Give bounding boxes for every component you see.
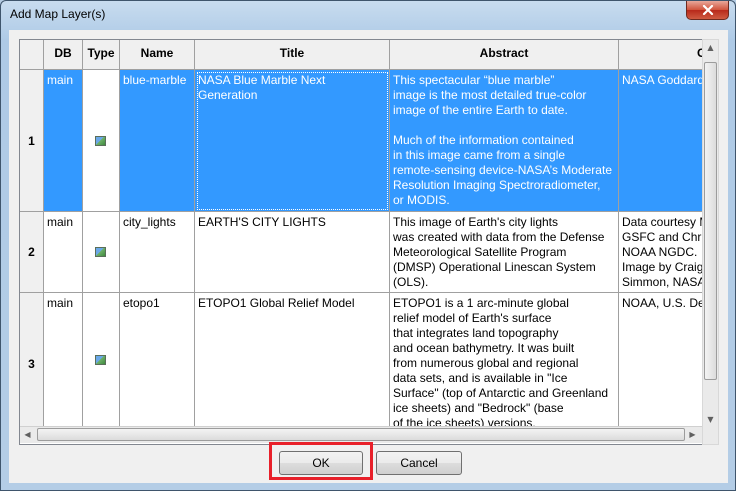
scroll-down-icon[interactable]: ▼ <box>703 412 718 427</box>
row-header-1[interactable]: 1 <box>20 70 44 212</box>
cell-db[interactable]: main <box>44 70 83 212</box>
cell-title[interactable]: NASA Blue Marble Next Generation <box>195 70 390 212</box>
layer-grid[interactable]: DB Type Name Title Abstract Co 1 main bl… <box>19 39 712 445</box>
horizontal-scrollbar[interactable]: ◀ ▶ <box>20 426 702 443</box>
vertical-scrollbar[interactable]: ▲ ▼ <box>702 39 719 445</box>
cell-abstract[interactable]: This image of Earth's city lights was cr… <box>390 212 619 293</box>
corner-header[interactable] <box>20 40 44 70</box>
cell-name[interactable]: etopo1 <box>120 293 195 435</box>
cell-db[interactable]: main <box>44 293 83 435</box>
cell-type[interactable] <box>83 212 120 293</box>
cell-abstract[interactable]: This spectacular “blue marble” image is … <box>390 70 619 212</box>
scroll-left-icon[interactable]: ◀ <box>20 427 35 442</box>
ok-button[interactable]: OK <box>279 451 363 475</box>
horizontal-scroll-thumb[interactable] <box>37 428 685 441</box>
cell-contact[interactable]: NASA Goddard Sp <box>619 70 711 212</box>
cell-title[interactable]: ETOPO1 Global Relief Model <box>195 293 390 435</box>
raster-layer-icon <box>95 136 106 146</box>
scroll-right-icon[interactable]: ▶ <box>685 427 700 442</box>
cell-contact[interactable]: Data courtesy Ma GSFC and Christo NOAA N… <box>619 212 711 293</box>
window-title: Add Map Layer(s) <box>10 7 106 21</box>
dialog-client: DB Type Name Title Abstract Co 1 main bl… <box>9 30 728 483</box>
column-header-type[interactable]: Type <box>83 40 120 70</box>
column-header-db[interactable]: DB <box>44 40 83 70</box>
column-header-abstract[interactable]: Abstract <box>390 40 619 70</box>
cell-name[interactable]: city_lights <box>120 212 195 293</box>
cell-name[interactable]: blue-marble <box>120 70 195 212</box>
close-button[interactable] <box>686 1 729 20</box>
scroll-up-icon[interactable]: ▲ <box>703 40 718 55</box>
row-header-2[interactable]: 2 <box>20 212 44 293</box>
cancel-button[interactable]: Cancel <box>376 451 462 475</box>
cell-type[interactable] <box>83 293 120 435</box>
vertical-scroll-thumb[interactable] <box>704 62 717 380</box>
cell-contact[interactable]: NOAA, U.S. Depar <box>619 293 711 435</box>
raster-layer-icon <box>95 247 106 257</box>
row-header-3[interactable]: 3 <box>20 293 44 435</box>
column-header-name[interactable]: Name <box>120 40 195 70</box>
cell-title[interactable]: EARTH'S CITY LIGHTS <box>195 212 390 293</box>
raster-layer-icon <box>95 355 106 365</box>
dialog-window: Add Map Layer(s) DB Type Name Title Abst… <box>0 0 736 491</box>
close-icon <box>702 5 714 15</box>
column-header-title[interactable]: Title <box>195 40 390 70</box>
cell-type[interactable] <box>83 70 120 212</box>
column-header-contact[interactable]: Co <box>619 40 711 70</box>
cell-db[interactable]: main <box>44 212 83 293</box>
cell-abstract[interactable]: ETOPO1 is a 1 arc-minute global relief m… <box>390 293 619 435</box>
